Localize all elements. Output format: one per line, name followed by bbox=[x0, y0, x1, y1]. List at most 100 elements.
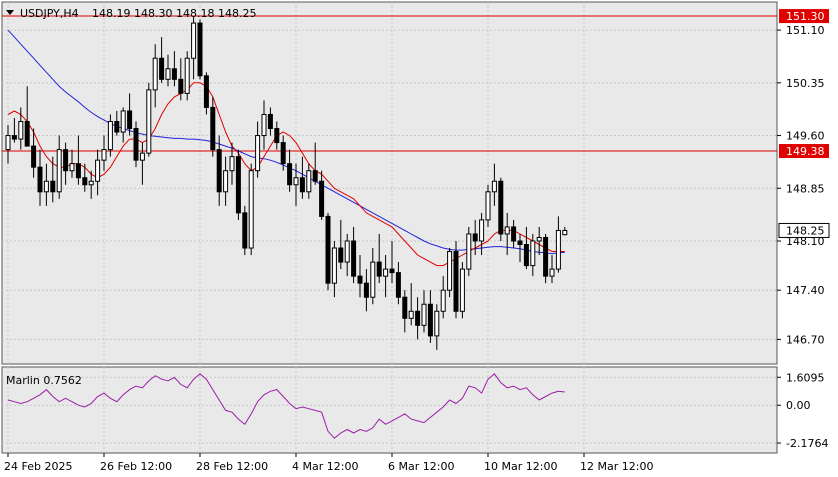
candle-body-down bbox=[274, 128, 280, 144]
price-tick-label: 149.60 bbox=[786, 130, 825, 143]
level-label: 149.38 bbox=[786, 145, 825, 158]
candle-body-down bbox=[50, 180, 56, 193]
candle-body-up bbox=[331, 247, 337, 284]
time-tick-label: 24 Feb 2025 bbox=[4, 460, 72, 473]
price-tick-label: 151.10 bbox=[786, 24, 825, 37]
candle-body-down bbox=[63, 149, 69, 172]
candle-body-down bbox=[517, 240, 523, 246]
candle-body-down bbox=[216, 149, 222, 193]
candle bbox=[248, 163, 254, 256]
candle-body-up bbox=[459, 268, 465, 312]
candle-body-down bbox=[357, 275, 363, 284]
price-tick-label: 146.70 bbox=[786, 333, 825, 346]
candle bbox=[197, 19, 203, 80]
candle-body-down bbox=[159, 57, 165, 80]
candle bbox=[459, 262, 465, 319]
candle-body-up bbox=[344, 240, 350, 263]
time-tick-label: 6 Mar 12:00 bbox=[388, 460, 454, 473]
chart-header: USDJPY,H4 148.19 148.30 148.18 148.25 bbox=[6, 7, 256, 20]
candle-body-up bbox=[536, 236, 542, 242]
candle-body-down bbox=[75, 163, 81, 179]
candle-body-up bbox=[120, 110, 126, 133]
candle-body-up bbox=[248, 170, 254, 249]
oscillator-title: Marlin 0.7562 bbox=[6, 374, 82, 387]
candle-body-down bbox=[171, 68, 177, 80]
oscillator-panel[interactable]: Marlin 0.7562 1.6095 0.00 -2.1764 bbox=[1, 366, 828, 454]
candle-body-up bbox=[165, 68, 171, 80]
candle-body-down bbox=[363, 282, 369, 298]
candle-body-up bbox=[555, 229, 561, 270]
candle-body-up bbox=[440, 289, 446, 312]
candle-body-up bbox=[56, 149, 62, 193]
candle-body-up bbox=[69, 163, 75, 172]
candle-body-up bbox=[434, 310, 440, 337]
candle-body-down bbox=[472, 233, 478, 242]
candle-body-down bbox=[453, 251, 459, 312]
candle-body-down bbox=[511, 226, 517, 242]
time-tick-label: 12 Mar 12:00 bbox=[580, 460, 653, 473]
candle-body-up bbox=[447, 251, 453, 291]
candle-body-down bbox=[498, 180, 504, 235]
osc-tick-label: 0.00 bbox=[786, 399, 811, 412]
candle bbox=[466, 226, 472, 277]
candle-body-down bbox=[338, 247, 344, 263]
price-panel[interactable]: 151.10150.35149.60148.85148.10147.40146.… bbox=[1, 1, 830, 365]
time-tick-label: 26 Feb 12:00 bbox=[100, 460, 172, 473]
candle-body-up bbox=[504, 226, 510, 235]
candle-body-down bbox=[82, 177, 88, 186]
osc-tick-label: -2.1764 bbox=[786, 437, 828, 450]
candle-body-down bbox=[235, 156, 241, 214]
candle-body-up bbox=[549, 268, 555, 277]
chart-canvas: 151.10150.35149.60148.85148.10147.40146.… bbox=[1, 1, 830, 473]
candle bbox=[235, 149, 241, 220]
candle-body-down bbox=[267, 113, 273, 130]
time-tick-label: 28 Feb 12:00 bbox=[196, 460, 268, 473]
candle-body-down bbox=[133, 128, 139, 161]
candle-body-up bbox=[88, 180, 94, 186]
price-tick-label: 147.40 bbox=[786, 284, 825, 297]
candle-body-up bbox=[5, 135, 11, 151]
oscillator-plot-area bbox=[1, 366, 778, 454]
price-plot-area bbox=[1, 1, 778, 365]
price-tick-label: 150.35 bbox=[786, 77, 825, 90]
candle-body-down bbox=[197, 22, 203, 77]
time-axis: 24 Feb 2025 26 Feb 12:00 28 Feb 12:00 4 Mar… bbox=[4, 453, 653, 473]
candle-body-up bbox=[152, 57, 158, 91]
candle-body-up bbox=[95, 159, 101, 182]
candle-body-up bbox=[191, 22, 197, 59]
oscillator-axis: 1.6095 0.00 -2.1764 bbox=[777, 371, 828, 450]
candle-body-up bbox=[107, 120, 113, 151]
candle-body-up bbox=[491, 180, 497, 193]
candle bbox=[325, 212, 331, 291]
candle-body-down bbox=[203, 75, 209, 108]
candle bbox=[543, 233, 549, 284]
time-tick-label: 4 Mar 12:00 bbox=[292, 460, 358, 473]
candle-body-down bbox=[415, 310, 421, 326]
candle-body-down bbox=[37, 166, 43, 193]
candle-body-up bbox=[43, 180, 49, 193]
candle-body-up bbox=[255, 135, 261, 172]
candle-body-up bbox=[421, 303, 427, 326]
candle-body-down bbox=[523, 244, 529, 267]
candle-body-up bbox=[139, 152, 145, 161]
candle-body-up bbox=[18, 120, 24, 140]
candle-body-up bbox=[146, 89, 152, 154]
candle-body-down bbox=[325, 215, 331, 284]
candle-body-down bbox=[114, 120, 120, 133]
price-axis: 151.10150.35149.60148.85148.10147.40146.… bbox=[777, 9, 830, 346]
candle bbox=[133, 121, 139, 168]
candle-body-up bbox=[383, 268, 389, 277]
candle-body-up bbox=[370, 261, 376, 298]
candle-body-down bbox=[312, 170, 318, 182]
candle-body-down bbox=[210, 106, 216, 151]
candle-body-up bbox=[485, 191, 491, 221]
current-price-label: 148.25 bbox=[786, 224, 825, 237]
candle-body-up bbox=[261, 113, 267, 137]
candle-body-down bbox=[543, 236, 549, 277]
candle-body-up bbox=[466, 233, 472, 270]
candle bbox=[447, 248, 453, 298]
candle-body-down bbox=[24, 120, 30, 147]
candle-body-up bbox=[293, 177, 299, 186]
candle-body-up bbox=[530, 240, 536, 267]
candle-body-up bbox=[184, 57, 190, 94]
